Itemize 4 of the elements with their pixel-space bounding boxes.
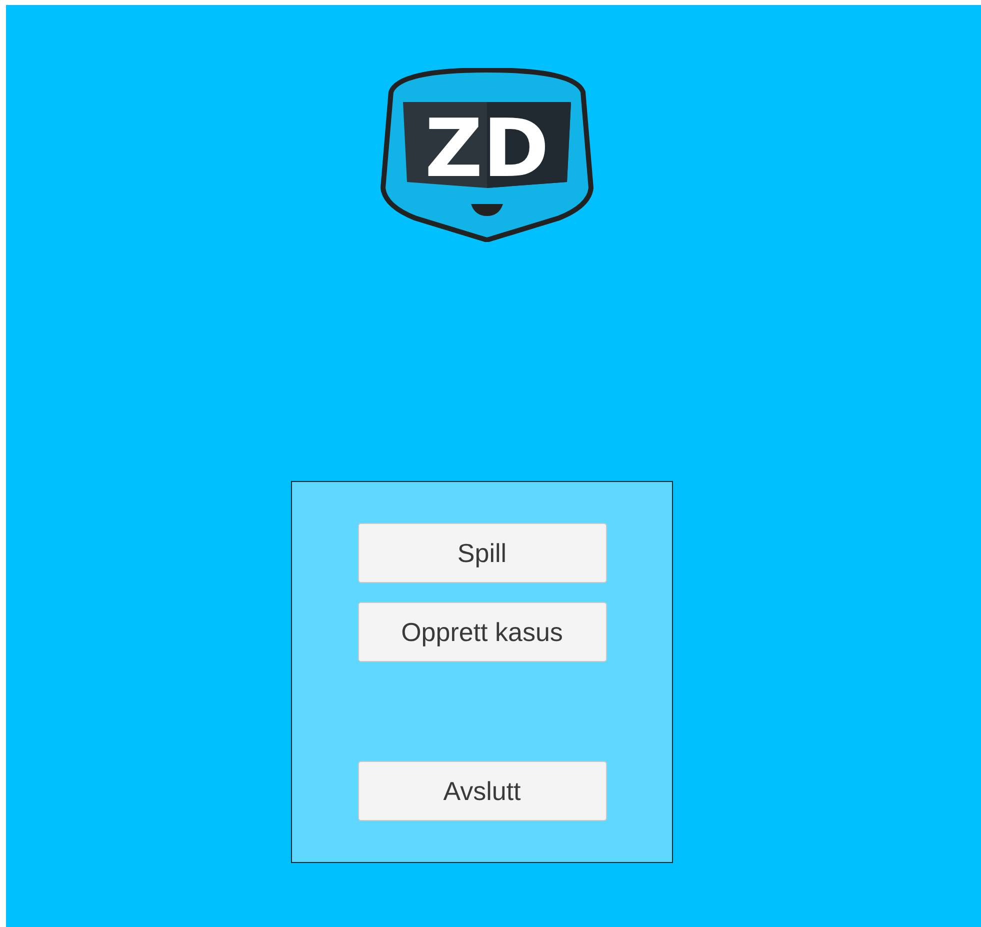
menu-button[interactable]: Opprett kasus — [358, 602, 606, 662]
logo-text: ZD — [424, 102, 550, 195]
menu-button[interactable]: Spill — [358, 523, 606, 583]
exit-button[interactable]: Avslutt — [358, 761, 606, 821]
